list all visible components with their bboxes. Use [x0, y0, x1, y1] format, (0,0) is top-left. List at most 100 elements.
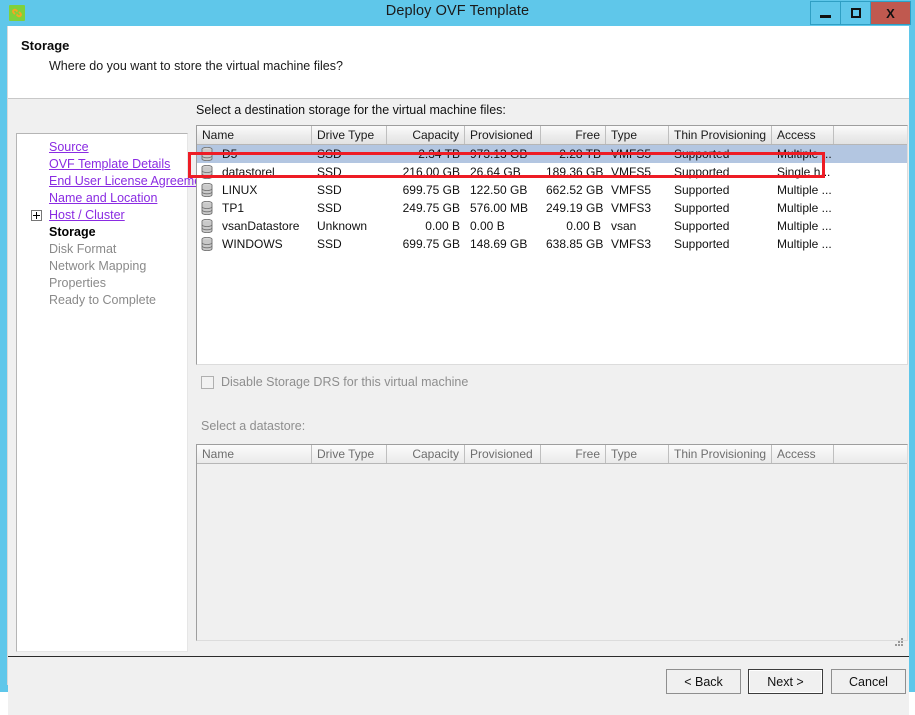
cancel-button[interactable]: Cancel — [831, 669, 906, 694]
back-button[interactable]: < Back — [666, 669, 741, 694]
wizard-header: Storage Where do you want to store the v… — [8, 26, 909, 99]
datastore-column-name[interactable]: Name — [197, 126, 312, 144]
wizard-step-host-cluster[interactable]: Host / Cluster — [17, 207, 189, 224]
cell-access: Multiple ... — [777, 237, 832, 251]
cell-drive-type: SSD — [317, 147, 342, 161]
cell-drive-type: Unknown — [317, 219, 368, 233]
drs-datastore-column-name[interactable]: Name — [197, 445, 312, 463]
next-button[interactable]: Next > — [748, 669, 823, 694]
cell-type: vsan — [611, 219, 637, 233]
resize-grip[interactable] — [893, 635, 905, 647]
cell-capacity: 699.75 GB — [402, 183, 460, 197]
cell-free: 249.19 GB — [546, 201, 604, 215]
cell-drive-type: SSD — [317, 201, 342, 215]
cell-drive-type: SSD — [317, 183, 342, 197]
cell-capacity: 249.75 GB — [402, 201, 460, 215]
wizard-step-source[interactable]: Source — [17, 139, 189, 156]
cell-provisioned: 26.64 GB — [470, 165, 521, 179]
cell-type: VMFS5 — [611, 183, 652, 197]
datastore-icon — [201, 219, 213, 233]
cell-name: vsanDatastore — [197, 217, 312, 235]
expand-icon[interactable] — [31, 210, 42, 221]
cell-thin-provisioning: Supported — [674, 237, 730, 251]
cell-free: 662.52 GB — [546, 183, 604, 197]
disable-storage-drs-row[interactable]: Disable Storage DRS for this virtual mac… — [201, 375, 468, 389]
table-row[interactable]: vsanDatastore Unknown 0.00 B 0.00 B 0.00 B vs… — [197, 217, 907, 235]
close-button[interactable]: X — [870, 1, 911, 25]
drs-datastore-column-type[interactable]: Type — [606, 445, 669, 463]
page-subtitle: Where do you want to store the virtual m… — [49, 59, 343, 73]
datastore-name: TP1 — [222, 201, 245, 215]
datastore-column-filler — [834, 126, 907, 144]
wizard-step-label: Ready to Complete — [49, 293, 157, 307]
datastore-column-type[interactable]: Type — [606, 126, 669, 144]
minimize-icon — [820, 14, 831, 18]
drs-datastore-grid: Name Drive Type Capacity Provisioned Free Typ… — [196, 444, 908, 641]
datastore-column-drive-type[interactable]: Drive Type — [312, 126, 387, 144]
cell-access: Multiple ... — [777, 183, 832, 197]
minimize-button[interactable] — [810, 1, 841, 25]
wizard-footer: < Back Next > Cancel — [8, 656, 909, 715]
cell-name: D5 — [197, 145, 312, 163]
cell-name: WINDOWS — [197, 235, 312, 253]
title-bar: Deploy OVF Template X — [0, 0, 915, 26]
storage-instruction: Select a destination storage for the vir… — [196, 103, 506, 117]
wizard-body: Source OVF Template Details End User Licen… — [8, 99, 909, 656]
wizard-step-ready-to-complete: Ready to Complete — [17, 292, 189, 309]
cell-thin-provisioning: Supported — [674, 183, 730, 197]
datastore-column-access[interactable]: Access — [772, 126, 834, 144]
datastore-name: LINUX — [222, 183, 258, 197]
drs-datastore-column-drive-type[interactable]: Drive Type — [312, 445, 387, 463]
cell-free: 189.36 GB — [546, 165, 604, 179]
client-area: Storage Where do you want to store the v… — [7, 26, 909, 715]
wizard-step-label: Source — [49, 140, 89, 154]
datastore-icon — [201, 183, 213, 197]
drs-datastore-column-access[interactable]: Access — [772, 445, 834, 463]
cell-thin-provisioning: Supported — [674, 165, 730, 179]
datastore-column-provisioned[interactable]: Provisioned — [465, 126, 541, 144]
table-row[interactable]: datastorel SSD 216.00 GB 26.64 GB 189.36 GB V… — [197, 163, 907, 181]
datastore-grid-header: Name Drive Type Capacity Provisioned Free Typ… — [197, 126, 907, 145]
cell-access: Multiple ... — [777, 147, 832, 161]
cell-drive-type: SSD — [317, 237, 342, 251]
datastore-icon — [201, 201, 213, 215]
disable-storage-drs-label: Disable Storage DRS for this virtual mac… — [221, 375, 469, 389]
cell-access: Single h... — [777, 165, 831, 179]
page-title: Storage — [21, 38, 70, 53]
wizard-step-name-and-location[interactable]: Name and Location — [17, 190, 189, 207]
datastore-name: D5 — [222, 147, 238, 161]
drs-datastore-column-provisioned[interactable]: Provisioned — [465, 445, 541, 463]
cell-name: TP1 — [197, 199, 312, 217]
wizard-step-storage: Storage — [17, 224, 189, 241]
datastore-column-free[interactable]: Free — [541, 126, 606, 144]
maximize-button[interactable] — [840, 1, 871, 25]
cell-free: 638.85 GB — [546, 237, 604, 251]
table-row[interactable]: D5 SSD 2.34 TB 973.13 GB 2.28 TB VMFS5 Support… — [197, 145, 907, 163]
datastore-column-capacity[interactable]: Capacity — [387, 126, 465, 144]
drs-datastore-column-capacity[interactable]: Capacity — [387, 445, 465, 463]
drs-datastore-column-thin-provisioning[interactable]: Thin Provisioning — [669, 445, 772, 463]
datastore-column-thin-provisioning[interactable]: Thin Provisioning — [669, 126, 772, 144]
drs-datastore-column-free[interactable]: Free — [541, 445, 606, 463]
table-row[interactable]: WINDOWS SSD 699.75 GB 148.69 GB 638.85 GB VMF… — [197, 235, 907, 253]
cell-capacity: 2.34 TB — [418, 147, 460, 161]
cell-name: datastorel — [197, 163, 312, 181]
wizard-step-label: Name and Location — [49, 191, 158, 205]
drs-datastore-grid-header: Name Drive Type Capacity Provisioned Free Typ… — [197, 445, 907, 464]
datastore-grid-body[interactable]: D5 SSD 2.34 TB 973.13 GB 2.28 TB VMFS5 Support… — [197, 145, 907, 253]
wizard-steps-panel: Source OVF Template Details End User Licen… — [16, 133, 212, 652]
storage-content: Select a destination storage for the vir… — [196, 99, 909, 656]
disable-storage-drs-checkbox[interactable] — [201, 375, 214, 389]
wizard-step-end-user-license-agreement[interactable]: End User License Agreement — [17, 173, 212, 190]
table-row[interactable]: TP1 SSD 249.75 GB 576.00 MB 249.19 GB VMFS3 Su… — [197, 199, 907, 217]
datastore-icon — [201, 147, 213, 161]
wizard-step-ovf-template-details[interactable]: OVF Template Details — [17, 156, 189, 173]
cell-provisioned: 973.13 GB — [470, 147, 528, 161]
deploy-ovf-template-window: Deploy OVF Template X Storage Where do y… — [0, 0, 915, 715]
table-row[interactable]: LINUX SSD 699.75 GB 122.50 GB 662.52 GB VMFS5… — [197, 181, 907, 199]
datastore-grid[interactable]: Name Drive Type Capacity Provisioned Free Typ… — [196, 125, 908, 365]
maximize-icon — [850, 8, 861, 18]
wizard-step-label: Storage — [49, 225, 96, 239]
datastore-icon — [201, 237, 213, 251]
window-controls: X — [810, 1, 911, 25]
